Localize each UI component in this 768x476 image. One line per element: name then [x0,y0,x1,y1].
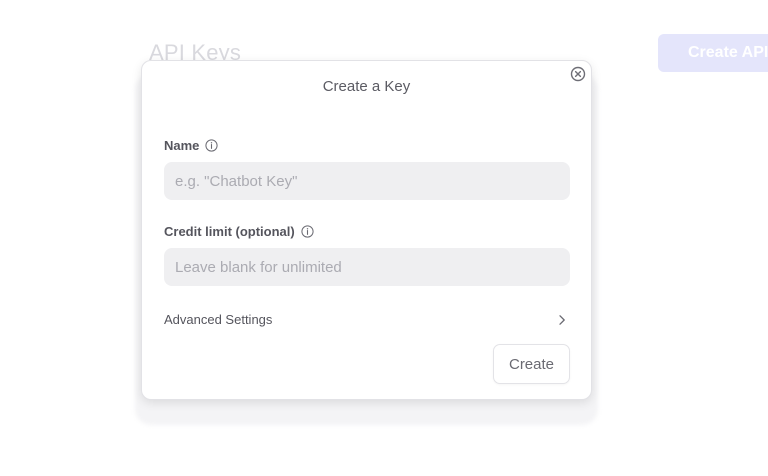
create-key-dialog: Create a Key Name Credit limit (optional… [141,60,592,400]
dialog-title: Create a Key [322,78,411,95]
create-button[interactable]: Create [493,344,570,384]
credit-limit-input[interactable] [164,248,570,286]
name-label: Name [164,138,219,153]
advanced-settings-toggle[interactable]: Advanced Settings [164,308,570,330]
advanced-settings-label: Advanced Settings [164,311,273,327]
chevron-right-icon [556,313,568,325]
info-icon[interactable] [301,225,314,238]
name-label-text: Name [164,138,200,153]
close-icon[interactable] [570,66,586,82]
name-input[interactable] [164,162,570,200]
info-icon[interactable] [205,139,219,152]
credit-limit-label-text: Credit limit (optional) [164,224,295,239]
credit-limit-label: Credit limit (optional) [164,224,314,239]
create-api-key-button[interactable]: Create API [658,34,768,72]
